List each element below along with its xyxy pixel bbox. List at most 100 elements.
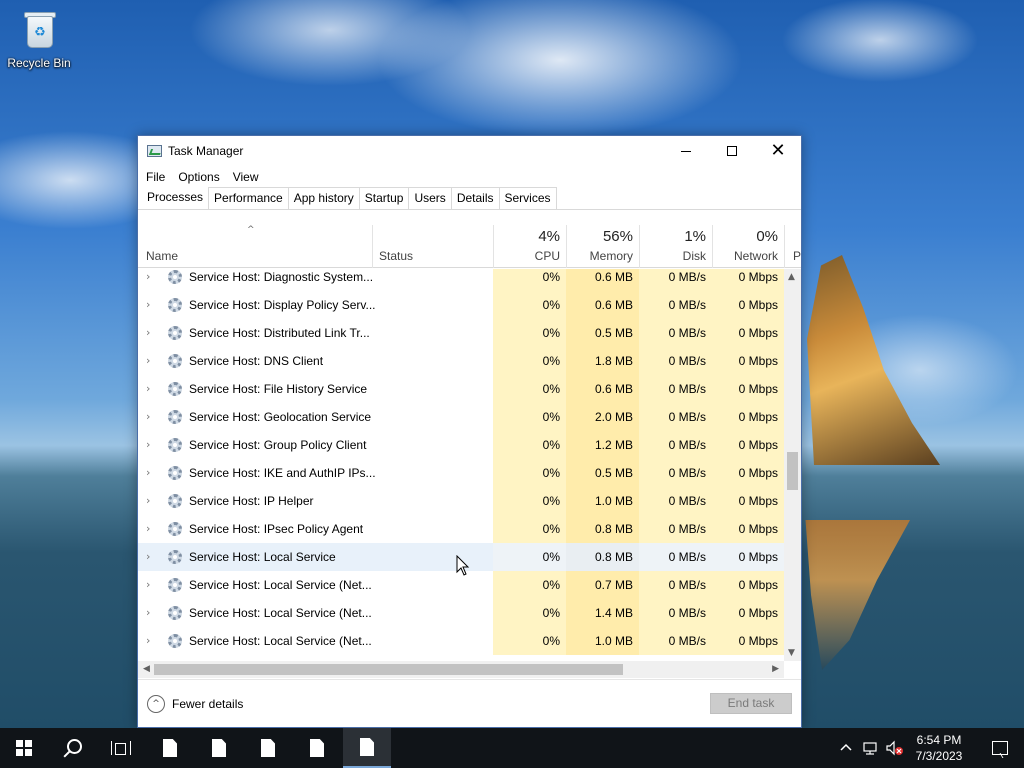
network-cell: 0 Mbps	[712, 487, 784, 515]
recycle-bin-desktop-icon[interactable]: ♻ Recycle Bin	[4, 8, 74, 78]
task-manager-window: Task Manager ✕ File Options View Process…	[137, 135, 802, 728]
tab-services[interactable]: Services	[498, 187, 557, 209]
expand-chevron-icon[interactable]: ›	[146, 543, 156, 571]
expand-chevron-icon[interactable]: ›	[146, 487, 156, 515]
show-hidden-icons-button[interactable]	[838, 728, 854, 768]
scroll-right-icon[interactable]: ▶	[772, 664, 779, 674]
expand-chevron-icon[interactable]: ›	[146, 599, 156, 627]
process-row[interactable]: › Service Host: Local Service (Net... 0% 1.…	[138, 627, 784, 655]
taskbar-app-5[interactable]	[343, 728, 391, 768]
task-manager-icon	[147, 145, 162, 157]
chevron-up-icon	[840, 743, 852, 751]
tab-startup[interactable]: Startup	[358, 187, 410, 209]
tab-details[interactable]: Details	[450, 187, 500, 209]
tab-users[interactable]: Users	[408, 187, 452, 209]
start-button[interactable]	[0, 728, 48, 768]
horizontal-scroll-thumb[interactable]	[154, 664, 623, 675]
memory-cell: 0.7 MB	[566, 571, 639, 599]
process-row[interactable]: › Service Host: File History Service 0% 0.6…	[138, 375, 784, 403]
process-row[interactable]: › Service Host: DNS Client 0% 1.8 MB 0 MB/s 0…	[138, 347, 784, 375]
header-name[interactable]: ^ Name	[138, 225, 372, 268]
footer-bar: ^ Fewer details End task	[138, 679, 801, 727]
expand-chevron-icon[interactable]: ›	[146, 459, 156, 487]
process-name-cell: › Service Host: Local Service (Net...	[138, 571, 493, 599]
header-memory[interactable]: 56% Memory	[566, 225, 639, 268]
tab-performance[interactable]: Performance	[208, 187, 289, 209]
scroll-left-icon[interactable]: ◀	[143, 664, 150, 674]
action-center-button[interactable]	[976, 728, 1024, 768]
scroll-down-icon[interactable]: ▼	[788, 648, 795, 658]
memory-cell: 0.6 MB	[566, 291, 639, 319]
notification-icon	[992, 741, 1008, 755]
disk-cell: 0 MB/s	[639, 403, 712, 431]
process-row[interactable]: › Service Host: IKE and AuthIP IPs... 0% 0.…	[138, 459, 784, 487]
process-row[interactable]: › Service Host: Local Service (Net... 0% 1.…	[138, 599, 784, 627]
taskbar-app-1[interactable]	[146, 728, 194, 768]
header-cpu[interactable]: 4% CPU	[493, 225, 566, 268]
header-network[interactable]: 0% Network	[712, 225, 784, 268]
expand-chevron-icon[interactable]: ›	[146, 571, 156, 599]
expand-chevron-icon[interactable]: ›	[146, 627, 156, 655]
disk-cell: 0 MB/s	[639, 375, 712, 403]
menu-file[interactable]: File	[146, 170, 165, 184]
network-cell: 0 Mbps	[712, 403, 784, 431]
memory-cell: 2.0 MB	[566, 403, 639, 431]
scroll-up-icon[interactable]: ▲	[788, 272, 795, 282]
tab-processes[interactable]: Processes	[141, 186, 210, 209]
menu-options[interactable]: Options	[178, 170, 219, 184]
disk-cell: 0 MB/s	[639, 487, 712, 515]
maximize-button[interactable]	[709, 136, 755, 166]
process-row[interactable]: › Service Host: Diagnostic System... 0% 0.6…	[138, 269, 784, 291]
process-list: › Service Host: Diagnostic System... 0% 0.6…	[138, 269, 784, 661]
header-status[interactable]: Status	[372, 225, 493, 268]
cpu-cell: 0%	[493, 347, 566, 375]
service-gear-icon	[168, 522, 182, 536]
memory-cell: 1.4 MB	[566, 599, 639, 627]
taskbar-app-2[interactable]	[195, 728, 243, 768]
fewer-details-link[interactable]: Fewer details	[172, 697, 243, 711]
header-disk[interactable]: 1% Disk	[639, 225, 712, 268]
volume-tray-button[interactable]	[885, 728, 905, 768]
process-row[interactable]: › Service Host: Distributed Link Tr... 0% 0…	[138, 319, 784, 347]
network-cell: 0 Mbps	[712, 543, 784, 571]
process-row[interactable]: › Service Host: IP Helper 0% 1.0 MB 0 MB/s 0 …	[138, 487, 784, 515]
process-row[interactable]: › Service Host: Geolocation Service 0% 2.0 …	[138, 403, 784, 431]
maximize-icon	[727, 146, 737, 156]
process-row[interactable]: › Service Host: Group Policy Client 0% 1.2 …	[138, 431, 784, 459]
expand-chevron-icon[interactable]: ›	[146, 375, 156, 403]
expand-chevron-icon[interactable]: ›	[146, 291, 156, 319]
windows-logo-icon	[16, 740, 32, 756]
taskbar-app-4[interactable]	[293, 728, 341, 768]
process-name: Service Host: DNS Client	[189, 354, 324, 368]
expand-chevron-icon[interactable]: ›	[146, 515, 156, 543]
document-icon	[261, 739, 275, 757]
process-name-cell: › Service Host: Geolocation Service	[138, 403, 493, 431]
tab-app-history[interactable]: App history	[287, 187, 360, 209]
title-bar[interactable]: Task Manager ✕	[138, 136, 801, 166]
network-tray-button[interactable]	[862, 728, 880, 768]
task-view-button[interactable]	[96, 728, 144, 768]
network-cell: 0 Mbps	[712, 571, 784, 599]
expand-chevron-icon[interactable]: ›	[146, 347, 156, 375]
expand-chevron-icon[interactable]: ›	[146, 431, 156, 459]
horizontal-scrollbar[interactable]: ◀ ▶	[138, 661, 784, 678]
expand-chevron-icon[interactable]: ›	[146, 319, 156, 347]
end-task-button[interactable]: End task	[710, 693, 792, 714]
header-power[interactable]: P	[784, 225, 801, 268]
clock-date: 7/3/2023	[915, 749, 963, 763]
taskbar-app-3[interactable]	[244, 728, 292, 768]
expand-chevron-icon[interactable]: ›	[146, 403, 156, 431]
chevron-up-icon[interactable]: ^	[147, 695, 165, 713]
vertical-scrollbar[interactable]: ▲ ▼	[784, 269, 801, 661]
close-button[interactable]: ✕	[755, 136, 801, 166]
clock-time: 6:54 PM	[916, 733, 962, 747]
expand-chevron-icon[interactable]: ›	[146, 269, 156, 291]
taskbar-clock[interactable]: 6:54 PM 7/3/2023	[904, 732, 974, 764]
process-row[interactable]: › Service Host: Display Policy Serv... 0% 0…	[138, 291, 784, 319]
vertical-scroll-thumb[interactable]	[787, 452, 798, 490]
process-name: Service Host: Group Policy Client	[189, 438, 367, 452]
process-row[interactable]: › Service Host: IPsec Policy Agent 0% 0.8 M…	[138, 515, 784, 543]
menu-view[interactable]: View	[233, 170, 259, 184]
minimize-button[interactable]	[663, 136, 709, 166]
search-button[interactable]	[48, 728, 96, 768]
